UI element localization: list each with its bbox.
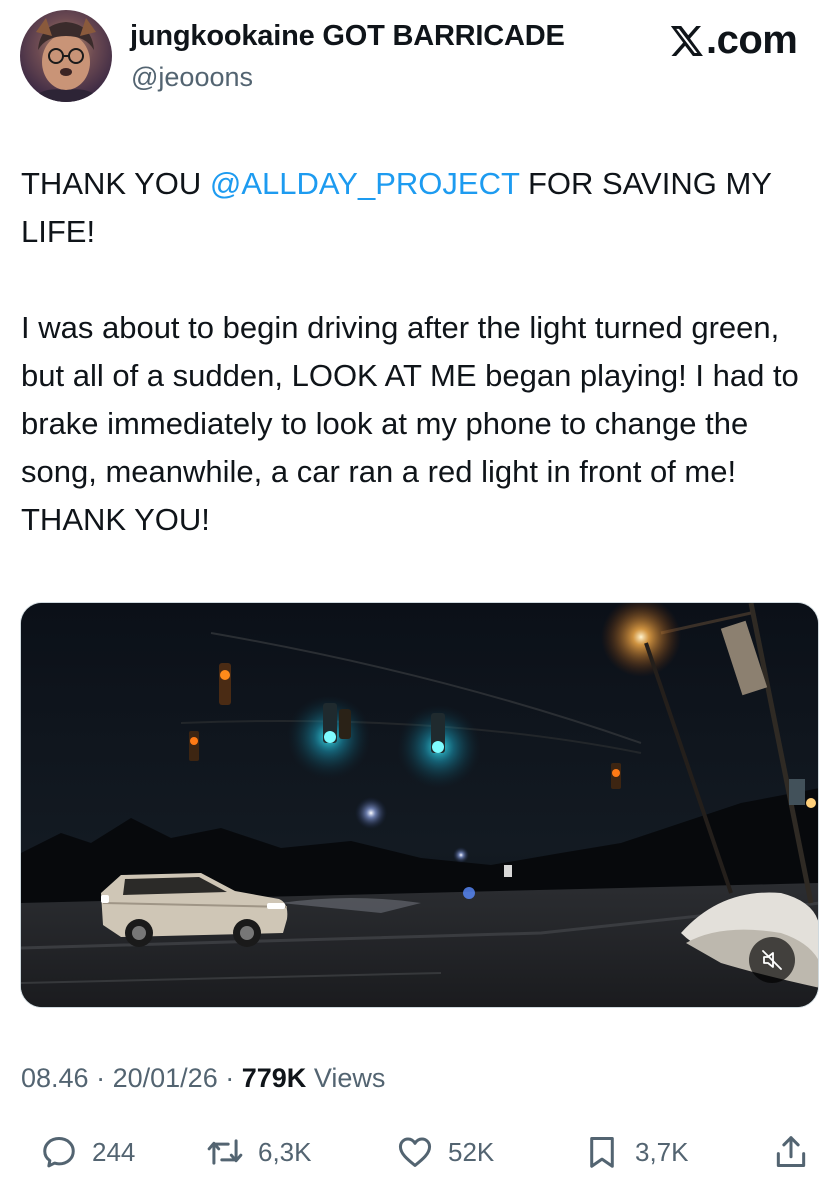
display-name[interactable]: jungkookaine GOT BARRICADE <box>130 20 565 53</box>
x-domain-text: .com <box>706 18 798 62</box>
heart-icon <box>398 1137 432 1167</box>
tweet-paragraph-2: I was about to begin driving after the l… <box>21 310 799 537</box>
reply-icon <box>43 1137 75 1168</box>
views-label: Views <box>313 1063 386 1093</box>
reply-button[interactable]: 244 <box>40 1124 135 1180</box>
reply-count: 244 <box>92 1136 136 1167</box>
share-icon <box>776 1136 806 1167</box>
separator: · <box>225 1063 235 1093</box>
user-handle[interactable]: @jeooons <box>131 62 253 93</box>
tweet-metadata: 08.46 · 20/01/26 · 779K Views <box>21 1063 385 1094</box>
tweet-paragraph-1: THANK YOU @ALLDAY_PROJECT FOR SAVING MY … <box>21 160 811 256</box>
separator: · <box>96 1063 106 1093</box>
video-player[interactable] <box>20 602 819 1008</box>
tweet-text: THANK YOU @ALLDAY_PROJECT FOR SAVING MY … <box>21 160 811 544</box>
mention-link[interactable]: @ALLDAY_PROJECT <box>210 166 519 201</box>
x-logo: .com <box>668 18 798 63</box>
retweet-icon <box>207 1139 243 1165</box>
avatar-image <box>30 18 102 102</box>
views-count: 779K <box>241 1063 307 1093</box>
mute-toggle-button[interactable] <box>749 937 795 983</box>
retweet-button[interactable]: 6,3K <box>206 1124 312 1180</box>
bookmark-count: 3,7K <box>635 1136 689 1167</box>
tweet-time[interactable]: 08.46 <box>21 1063 89 1093</box>
tweet-date[interactable]: 20/01/26 <box>113 1063 218 1093</box>
avatar[interactable] <box>20 10 112 102</box>
tweet-header: jungkookaine GOT BARRICADE @jeooons .com <box>0 0 838 120</box>
retweet-count: 6,3K <box>258 1136 312 1167</box>
bookmark-button[interactable]: 3,7K <box>583 1124 689 1180</box>
share-button[interactable] <box>772 1124 824 1180</box>
video-frame <box>21 603 818 1007</box>
action-bar: 244 6,3K 52K 3,7K <box>0 1124 838 1180</box>
like-button[interactable]: 52K <box>396 1124 494 1180</box>
like-count: 52K <box>448 1136 495 1167</box>
bookmark-icon <box>590 1137 614 1168</box>
muted-speaker-icon <box>762 950 782 970</box>
tweet-text-part: THANK YOU <box>21 166 210 201</box>
x-logo-icon <box>670 25 703 56</box>
